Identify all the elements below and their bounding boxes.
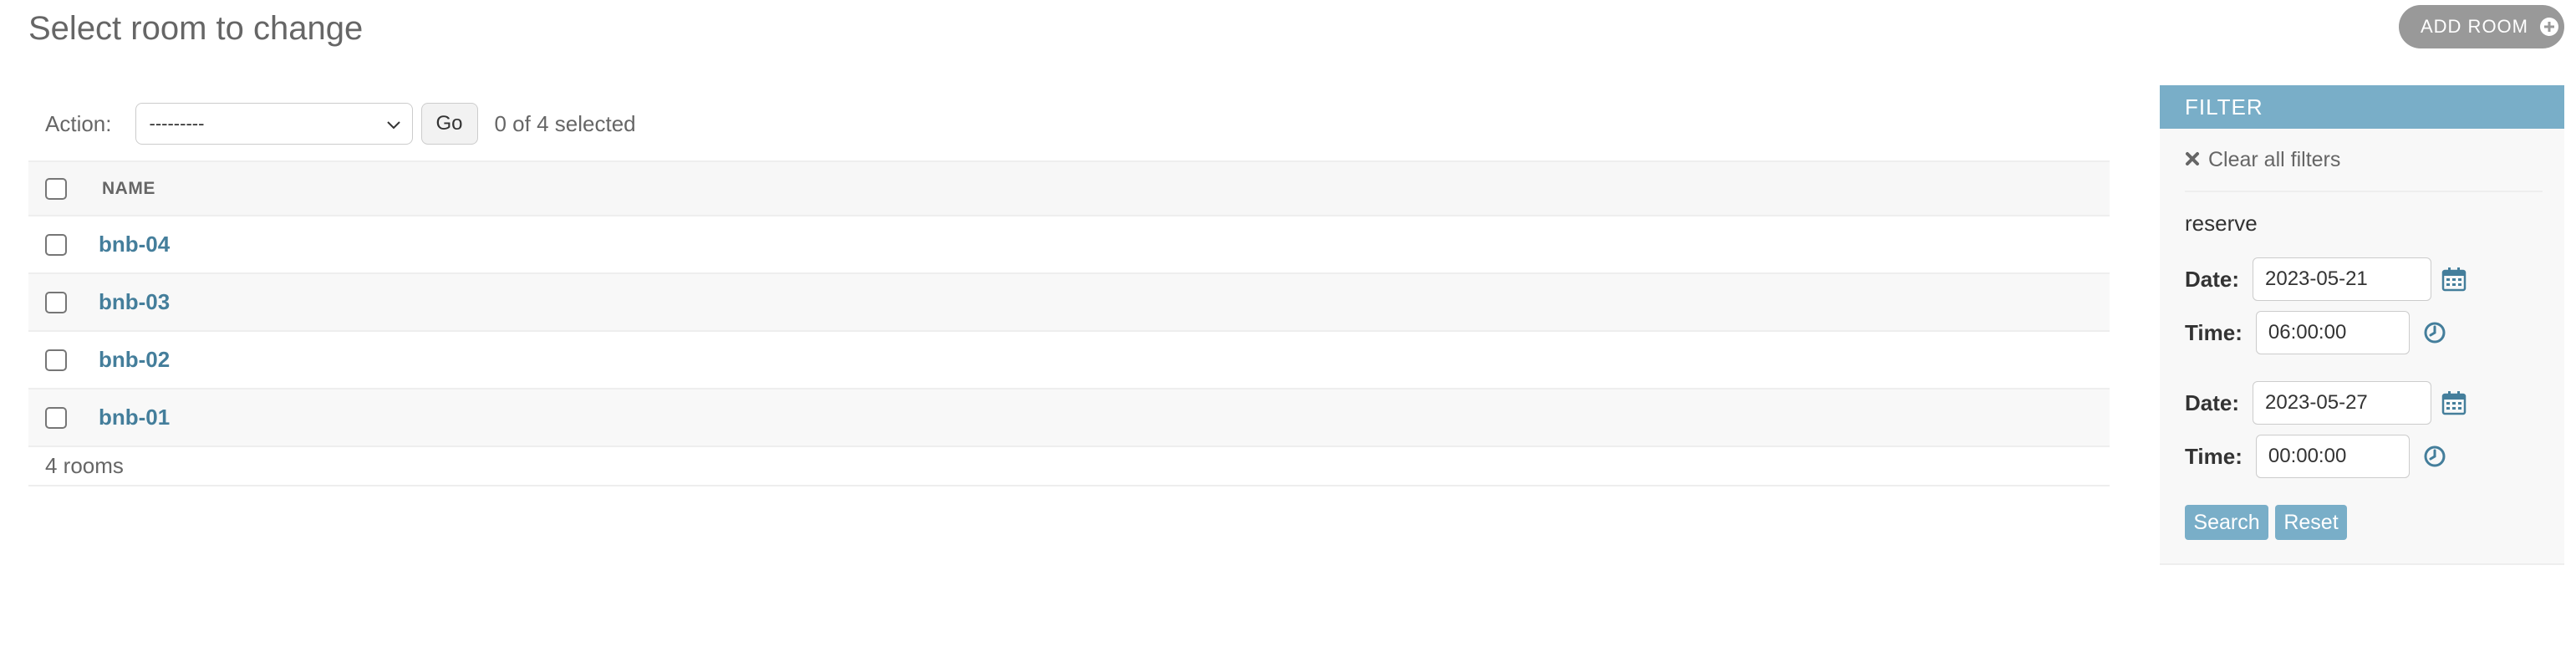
close-icon [2185, 148, 2200, 172]
select-all-checkbox[interactable] [45, 177, 67, 200]
filter-header: FILTER [2160, 85, 2564, 129]
clear-filters-label: Clear all filters [2208, 147, 2341, 171]
start-time-input[interactable]: 06:00:00 [2255, 311, 2410, 354]
table-row: bnb-04 [28, 216, 2110, 274]
room-link[interactable]: bnb-03 [99, 289, 170, 315]
start-date-input[interactable]: 2023-05-21 [2253, 257, 2432, 301]
calendar-icon[interactable] [2441, 267, 2467, 292]
clear-filters-link[interactable]: Clear all filters [2160, 129, 2564, 191]
add-room-label: ADD ROOM [2421, 16, 2528, 37]
end-date-input[interactable]: 2023-05-27 [2253, 381, 2432, 425]
room-link[interactable]: bnb-01 [99, 405, 170, 430]
end-time-input[interactable]: 00:00:00 [2255, 435, 2410, 478]
room-link[interactable]: bnb-04 [99, 232, 170, 257]
date-label: Date: [2185, 390, 2240, 415]
go-button[interactable]: Go [420, 103, 478, 145]
table-row: bnb-03 [28, 274, 2110, 332]
reset-button[interactable]: Reset [2275, 505, 2347, 540]
page-title: Select room to change [28, 10, 364, 47]
selection-counter: 0 of 4 selected [494, 110, 636, 136]
row-checkbox[interactable] [45, 291, 67, 313]
actions-bar: Action: --------- Go 0 of 4 selected [28, 100, 636, 147]
chevron-down-icon [386, 113, 400, 135]
action-label: Action: [45, 110, 112, 136]
date-label: Date: [2185, 266, 2240, 292]
time-label: Time: [2185, 443, 2243, 469]
row-checkbox[interactable] [45, 406, 67, 429]
result-count: 4 rooms [28, 447, 2110, 486]
time-label: Time: [2185, 319, 2243, 345]
start-time-row: Time: 06:00:00 [2185, 311, 2446, 354]
results-table: NAME bnb-04 bnb-03 bnb-02 bnb-01 4 rooms [28, 160, 2110, 486]
end-time-row: Time: 00:00:00 [2185, 435, 2446, 478]
row-checkbox[interactable] [45, 233, 67, 256]
row-checkbox[interactable] [45, 349, 67, 371]
start-date-row: Date: 2023-05-21 [2185, 257, 2467, 301]
filter-group-title: reserve [2185, 211, 2258, 236]
clock-icon[interactable] [2423, 321, 2446, 344]
table-row: bnb-02 [28, 332, 2110, 390]
action-select-value: --------- [149, 113, 205, 134]
plus-icon [2540, 18, 2558, 36]
action-select[interactable]: --------- [135, 103, 413, 145]
search-button[interactable]: Search [2185, 505, 2268, 540]
filter-divider [2185, 191, 2543, 192]
filter-panel: FILTER Clear all filters reserve Date: 2… [2160, 85, 2564, 565]
table-row: bnb-01 [28, 390, 2110, 447]
calendar-icon[interactable] [2441, 390, 2467, 415]
end-date-row: Date: 2023-05-27 [2185, 381, 2467, 425]
table-header: NAME [28, 160, 2110, 216]
clock-icon[interactable] [2423, 445, 2446, 468]
column-header-name[interactable]: NAME [102, 179, 155, 199]
add-room-button[interactable]: ADD ROOM [2399, 5, 2564, 48]
room-link[interactable]: bnb-02 [99, 347, 170, 373]
